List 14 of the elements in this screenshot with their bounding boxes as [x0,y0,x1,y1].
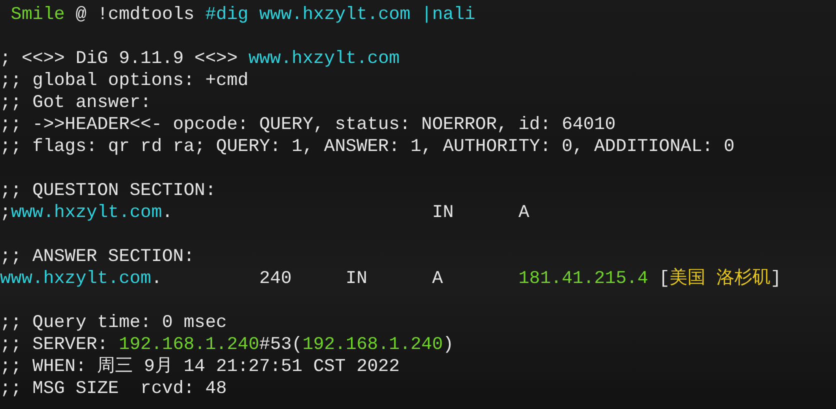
terminal-line: ; <<>> DiG 9.11.9 <<>> www.hxzylt.com [0,48,400,70]
terminal-line: ;; MSG SIZE rcvd: 48 [0,378,227,400]
terminal-line: ;; SERVER: 192.168.1.240#53(192.168.1.240) [0,334,454,356]
terminal-line: ;; Query time: 0 msec [0,312,227,334]
terminal-line: ;; ->>HEADER<<- opcode: QUERY, status: NOERROR, id: 64010 [0,114,616,136]
terminal-line: ;; WHEN: 周三 9月 14 21:27:51 CST 2022 [0,356,400,378]
terminal-line: www.hxzylt.com. 240 IN A 181.41.215.4 [美国 洛杉矶] [0,268,782,290]
terminal-line: ;; QUESTION SECTION: [0,180,216,202]
terminal-line: ;; flags: qr rd ra; QUERY: 1, ANSWER: 1, AUTHORITY: 0, ADDITIONAL: 0 [0,136,735,158]
terminal-line: ;; Got answer: [0,92,152,114]
terminal-line: ;; global options: +cmd [0,70,248,92]
terminal-line: Smile @ !cmdtools #dig www.hxzylt.com |nali [10,4,476,26]
terminal-line: ;www.hxzylt.com. IN A [0,202,530,224]
terminal-line: ;; ANSWER SECTION: [0,246,194,268]
